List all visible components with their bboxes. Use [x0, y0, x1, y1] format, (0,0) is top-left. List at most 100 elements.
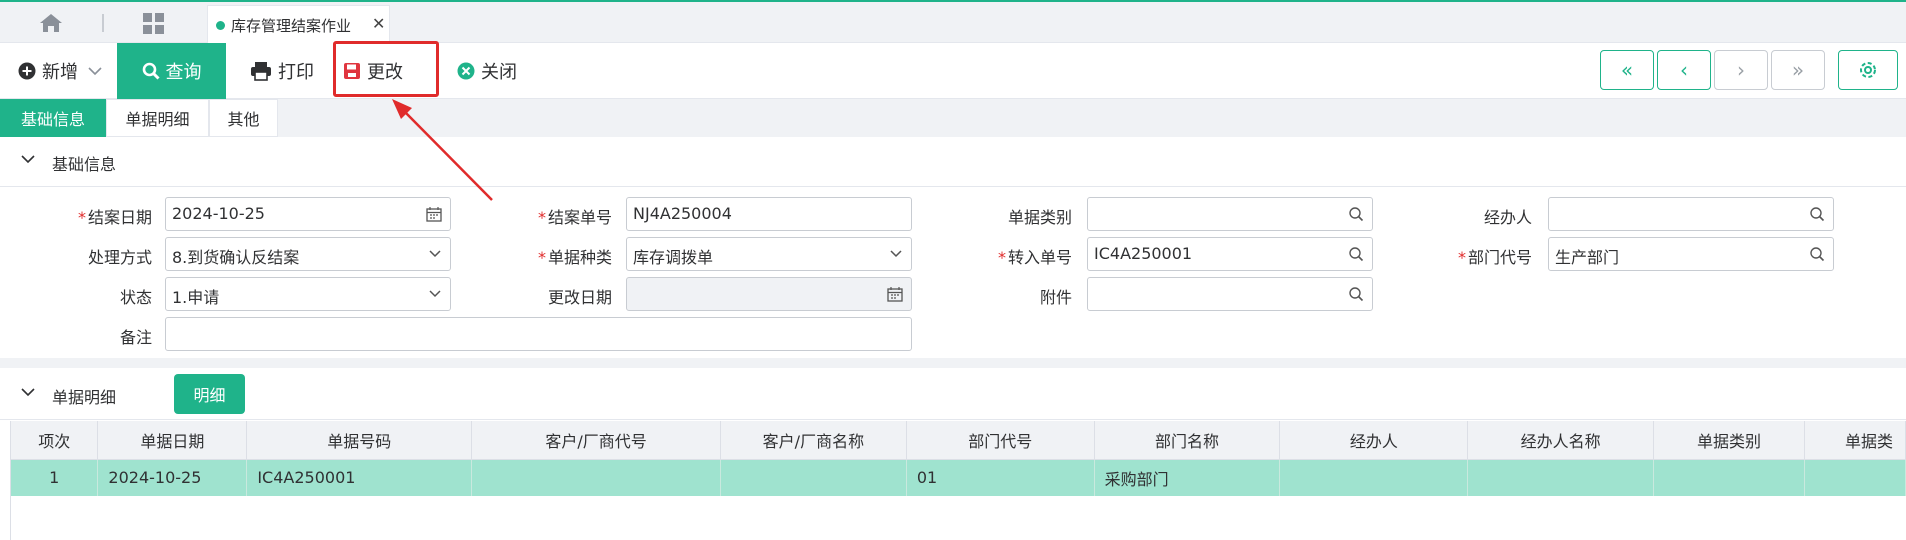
section-title: 基础信息 — [52, 155, 117, 174]
table-cell[interactable] — [471, 459, 721, 496]
chevron-down-icon[interactable] — [889, 246, 903, 262]
in-no-field[interactable]: IC4A250001 — [1087, 237, 1373, 271]
subtab-other[interactable]: 其他 — [209, 99, 278, 137]
subtab-doc-detail[interactable]: 单据明细 — [106, 99, 209, 137]
detail-header[interactable]: 单据明细 — [0, 368, 1906, 420]
remark-label: 备注 — [119, 328, 152, 347]
table-row[interactable]: 1 2024-10-25 IC4A250001 01 采购部门 — [11, 459, 1906, 496]
column-header[interactable]: 单据日期 — [97, 421, 248, 460]
table-cell[interactable]: 01 — [906, 459, 1095, 496]
doc-kind-select[interactable]: 库存调拨单 — [626, 237, 912, 271]
top-tab-bar: 库存管理结案作业 ✕ — [0, 0, 1906, 45]
section-divider — [0, 358, 1906, 368]
subtab-basic-info[interactable]: 基础信息 — [0, 99, 106, 137]
column-header[interactable]: 单据类 — [1804, 421, 1906, 460]
calendar-icon[interactable] — [426, 206, 442, 222]
close-button[interactable]: 关闭 — [457, 43, 517, 99]
query-button-label: 查询 — [165, 62, 202, 83]
column-header[interactable]: 单据号码 — [246, 421, 473, 460]
print-button[interactable]: 打印 — [250, 43, 314, 99]
change-date-field — [626, 277, 912, 311]
tab-inventory-close[interactable]: 库存管理结案作业 ✕ — [207, 5, 390, 45]
search-icon[interactable] — [1348, 206, 1364, 222]
search-icon[interactable] — [1348, 286, 1364, 302]
detail-button[interactable]: 明细 — [174, 374, 245, 414]
printer-icon — [251, 62, 271, 81]
close-button-label: 关闭 — [481, 62, 517, 83]
save-icon — [344, 63, 360, 79]
handler-label: 经办人 — [1483, 208, 1532, 227]
active-dot-icon — [216, 21, 225, 30]
doc-type-label: 单据类别 — [1007, 208, 1072, 227]
dept-code-field[interactable]: 生产部门 — [1548, 237, 1834, 271]
chevron-down-icon[interactable] — [428, 246, 442, 262]
next-record-button[interactable]: › — [1714, 50, 1768, 90]
table-header-row: 项次 单据日期 单据号码 客户/厂商代号 客户/厂商名称 部门代号 部门名称 经… — [11, 421, 1906, 460]
chevron-down-icon[interactable] — [88, 66, 102, 76]
column-header[interactable]: 部门名称 — [1094, 421, 1281, 460]
column-header[interactable]: 经办人 — [1279, 421, 1469, 460]
handler-field[interactable] — [1548, 197, 1834, 231]
close-icon[interactable]: ✕ — [372, 14, 385, 33]
close-no-field[interactable]: NJ4A250004 — [626, 197, 912, 231]
remark-field[interactable] — [165, 317, 912, 351]
column-header[interactable]: 客户/厂商代号 — [471, 421, 721, 460]
status-select[interactable]: 1.申请 — [165, 277, 451, 311]
table-cell[interactable]: IC4A250001 — [246, 459, 473, 496]
edit-button-label: 更改 — [367, 62, 403, 83]
doc-type-field[interactable] — [1087, 197, 1373, 231]
search-icon — [142, 62, 160, 80]
table-cell[interactable] — [720, 459, 907, 496]
column-header[interactable]: 项次 — [11, 421, 99, 460]
divider — [102, 14, 104, 32]
last-record-button[interactable]: » — [1771, 50, 1825, 90]
column-header[interactable]: 单据类别 — [1653, 421, 1805, 460]
settings-button[interactable] — [1838, 50, 1898, 90]
detail-table: 项次 单据日期 单据号码 客户/厂商代号 客户/厂商名称 部门代号 部门名称 经… — [10, 421, 1906, 540]
search-icon[interactable] — [1809, 206, 1825, 222]
column-header[interactable]: 客户/厂商名称 — [720, 421, 907, 460]
search-icon[interactable] — [1348, 246, 1364, 262]
table-cell[interactable]: 1 — [11, 459, 99, 496]
first-record-button[interactable]: « — [1600, 50, 1654, 90]
table-cell[interactable]: 采购部门 — [1094, 459, 1281, 496]
chevron-left-icon: ‹ — [1680, 58, 1688, 82]
apps-grid-icon[interactable] — [142, 12, 166, 36]
gear-icon — [1860, 62, 1876, 78]
method-label: 处理方式 — [87, 248, 152, 267]
calendar-icon — [887, 287, 903, 302]
search-icon[interactable] — [1809, 246, 1825, 262]
table-cell[interactable] — [1279, 459, 1469, 496]
edit-button[interactable]: 更改 — [343, 43, 403, 99]
chevron-down-icon[interactable] — [20, 386, 36, 398]
attachment-field[interactable] — [1087, 277, 1373, 311]
prev-record-button[interactable]: ‹ — [1657, 50, 1711, 90]
chevron-down-icon[interactable] — [20, 153, 36, 165]
table-cell[interactable] — [1467, 459, 1655, 496]
table-cell[interactable] — [1653, 459, 1805, 496]
toolbar: 新增 查询 打印 更改 关闭 « ‹ › » — [0, 43, 1906, 99]
column-header[interactable]: 经办人名称 — [1467, 421, 1655, 460]
doc-kind-label: * 单据种类 — [537, 248, 612, 267]
attachment-label: 附件 — [1039, 288, 1072, 307]
query-button[interactable]: 查询 — [117, 43, 226, 99]
new-button[interactable]: 新增 — [18, 43, 102, 99]
table-cell[interactable]: 2024-10-25 — [97, 459, 248, 496]
plus-circle-icon — [18, 62, 36, 80]
double-chevron-left-icon: « — [1620, 58, 1634, 82]
column-header[interactable]: 部门代号 — [906, 421, 1095, 460]
method-select[interactable]: 8.到货确认反结案 — [165, 237, 451, 271]
table-cell[interactable] — [1804, 459, 1906, 496]
chevron-down-icon[interactable] — [428, 286, 442, 302]
section-title: 单据明细 — [52, 388, 117, 407]
close-date-field[interactable]: 2024-10-25 — [165, 197, 451, 231]
close-date-label: * 结案日期 — [77, 208, 152, 227]
double-chevron-right-icon: » — [1791, 58, 1805, 82]
home-icon[interactable] — [38, 12, 64, 34]
basic-info-header[interactable]: 基础信息 — [0, 137, 1906, 187]
close-no-label: * 结案单号 — [537, 208, 612, 227]
dept-code-label: * 部门代号 — [1457, 248, 1532, 267]
in-no-label: * 转入单号 — [997, 248, 1072, 267]
sub-tab-bar: 基础信息 单据明细 其他 — [0, 99, 1906, 137]
tab-label: 库存管理结案作业 — [231, 17, 352, 35]
